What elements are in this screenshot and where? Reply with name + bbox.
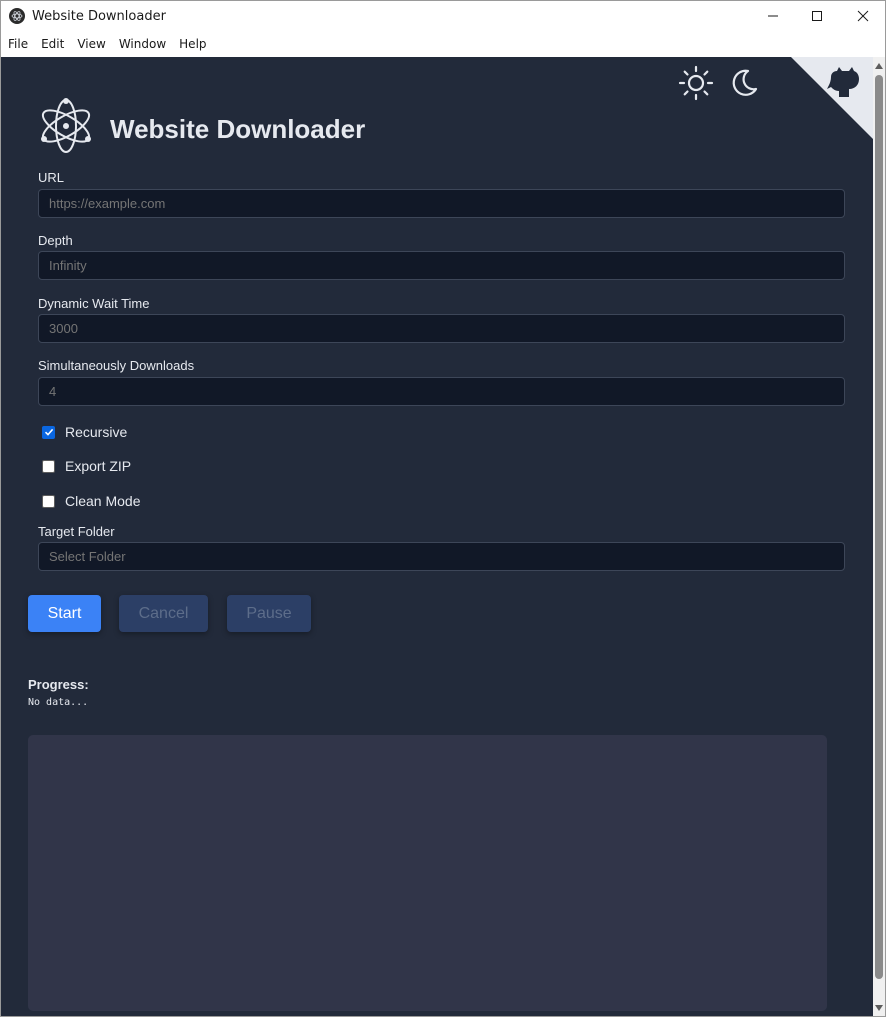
menu-view[interactable]: View	[77, 37, 105, 51]
clean-mode-label: Clean Mode	[65, 493, 141, 509]
menu-file[interactable]: File	[8, 37, 28, 51]
menu-edit[interactable]: Edit	[41, 37, 64, 51]
clean-mode-option[interactable]: Clean Mode	[42, 493, 141, 509]
cancel-button[interactable]: Cancel	[119, 595, 208, 632]
recursive-label: Recursive	[65, 424, 128, 440]
pause-button[interactable]: Pause	[227, 595, 311, 632]
progress-label: Progress:	[28, 677, 89, 692]
log-output-panel[interactable]	[28, 735, 827, 1011]
recursive-checkbox[interactable]	[42, 425, 55, 439]
menu-help[interactable]: Help	[179, 37, 206, 51]
recursive-option[interactable]: Recursive	[42, 424, 127, 440]
url-label: URL	[38, 170, 65, 185]
export-zip-checkbox[interactable]	[42, 459, 55, 473]
sun-icon	[678, 65, 714, 101]
title-bar[interactable]: Website Downloader	[1, 1, 885, 31]
page-title: Website Downloader	[110, 114, 366, 144]
app-content: Website Downloader URL Depth Dynamic Wai…	[1, 57, 873, 1016]
app-window: Website Downloader File Edit View Window…	[0, 0, 886, 1017]
dark-theme-button[interactable]	[724, 63, 764, 103]
window-title: Website Downloader	[32, 9, 166, 24]
simultaneous-downloads-label: Simultaneously Downloads	[38, 358, 195, 373]
electron-logo-icon	[37, 97, 95, 155]
progress-status: No data...	[28, 697, 89, 708]
menu-window[interactable]: Window	[119, 37, 166, 51]
depth-input[interactable]	[38, 251, 845, 280]
wait-time-input[interactable]	[38, 314, 845, 343]
url-input[interactable]	[38, 189, 845, 218]
target-folder-label: Target Folder	[38, 524, 115, 539]
minimize-button[interactable]	[750, 1, 796, 31]
start-button[interactable]: Start	[28, 595, 101, 632]
scrollbar-thumb[interactable]	[875, 75, 883, 979]
simultaneous-downloads-input[interactable]	[38, 377, 845, 406]
clean-mode-checkbox[interactable]	[42, 494, 55, 508]
target-folder-input[interactable]	[38, 542, 845, 571]
checkmark-icon	[44, 428, 53, 436]
scroll-up-arrow-icon[interactable]	[874, 61, 884, 71]
scroll-down-arrow-icon[interactable]	[874, 1003, 884, 1013]
light-theme-button[interactable]	[676, 63, 716, 103]
minimize-icon	[768, 15, 778, 17]
moon-icon	[732, 69, 758, 96]
github-corner-link[interactable]	[791, 57, 873, 139]
maximize-button[interactable]	[794, 1, 840, 31]
wait-time-label: Dynamic Wait Time	[38, 296, 150, 311]
vertical-scrollbar[interactable]	[873, 57, 885, 1016]
close-button[interactable]	[840, 1, 885, 31]
electron-app-icon	[9, 8, 25, 24]
menu-bar: File Edit View Window Help	[1, 31, 885, 57]
depth-label: Depth	[38, 233, 73, 248]
maximize-icon	[812, 11, 822, 21]
close-icon	[857, 10, 869, 22]
export-zip-label: Export ZIP	[65, 458, 132, 474]
export-zip-option[interactable]: Export ZIP	[42, 458, 131, 474]
